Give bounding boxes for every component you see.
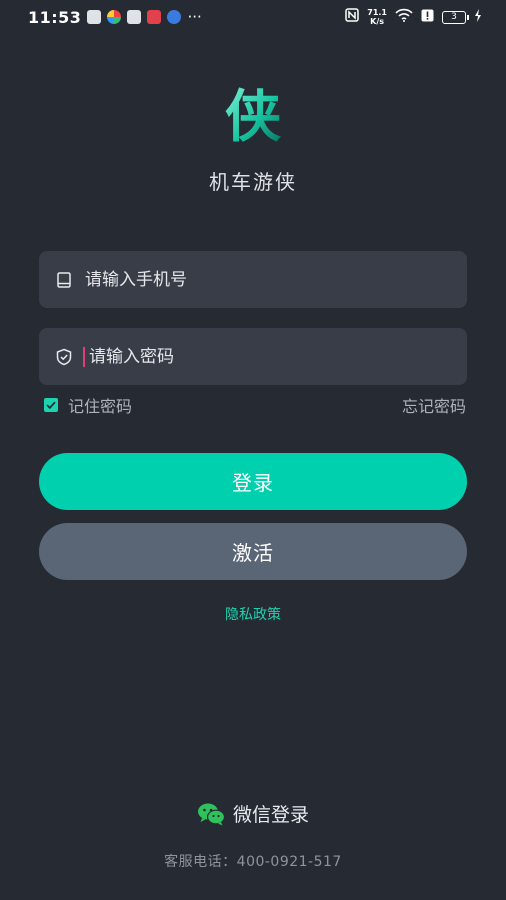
activate-button[interactable]: 激活 <box>39 523 467 580</box>
notification-icon-mail <box>147 10 162 24</box>
phone-input[interactable] <box>83 268 467 291</box>
notification-icon-chat-2 <box>127 10 142 24</box>
text-cursor <box>83 346 85 367</box>
network-speed: 71.1 K/s <box>367 8 387 26</box>
check-icon <box>46 401 56 409</box>
book-icon <box>55 271 73 289</box>
remember-password[interactable]: 记住密码 <box>44 393 132 417</box>
app-name: 机车游侠 <box>209 170 297 194</box>
charging-icon <box>474 8 482 26</box>
remember-label: 记住密码 <box>68 397 133 416</box>
wifi-icon <box>395 8 413 26</box>
password-field[interactable] <box>39 328 467 385</box>
privacy-policy-link[interactable]: 隐私政策 <box>0 604 506 624</box>
forgot-password-link[interactable]: 忘记密码 <box>402 393 466 417</box>
phone-field[interactable] <box>39 251 467 308</box>
notification-icon-app <box>107 10 122 24</box>
nfc-icon <box>345 8 359 26</box>
notification-icon-cloud <box>167 10 182 24</box>
login-button[interactable]: 登录 <box>39 453 467 510</box>
shield-icon <box>55 348 73 366</box>
password-input[interactable] <box>87 345 467 368</box>
status-bar: 11:53 ··· 71.1 K/s 3 <box>0 0 506 34</box>
network-speed-unit: K/s <box>370 17 385 26</box>
more-notifications-icon: ··· <box>187 8 202 26</box>
alert-icon <box>421 8 434 26</box>
notification-icon-chat <box>87 10 102 24</box>
wechat-login-label: 微信登录 <box>232 804 309 826</box>
status-time: 11:53 <box>28 7 82 27</box>
remember-checkbox[interactable] <box>44 398 58 412</box>
status-left: 11:53 ··· <box>28 8 202 27</box>
remember-row: 记住密码 忘记密码 <box>44 394 466 416</box>
network-speed-value: 71.1 <box>367 8 387 17</box>
wechat-icon <box>197 803 225 825</box>
app-logo-glyph: 侠 <box>225 85 281 148</box>
customer-service-hotline: 客服电话：400-0921-517 <box>164 854 342 870</box>
status-right: 71.1 K/s 3 <box>345 8 482 26</box>
battery-icon: 3 <box>442 10 469 24</box>
wechat-login-button[interactable]: 微信登录 <box>0 800 506 827</box>
app-logo-icon: 侠 <box>225 85 281 150</box>
app-logo: 侠 <box>0 84 506 152</box>
